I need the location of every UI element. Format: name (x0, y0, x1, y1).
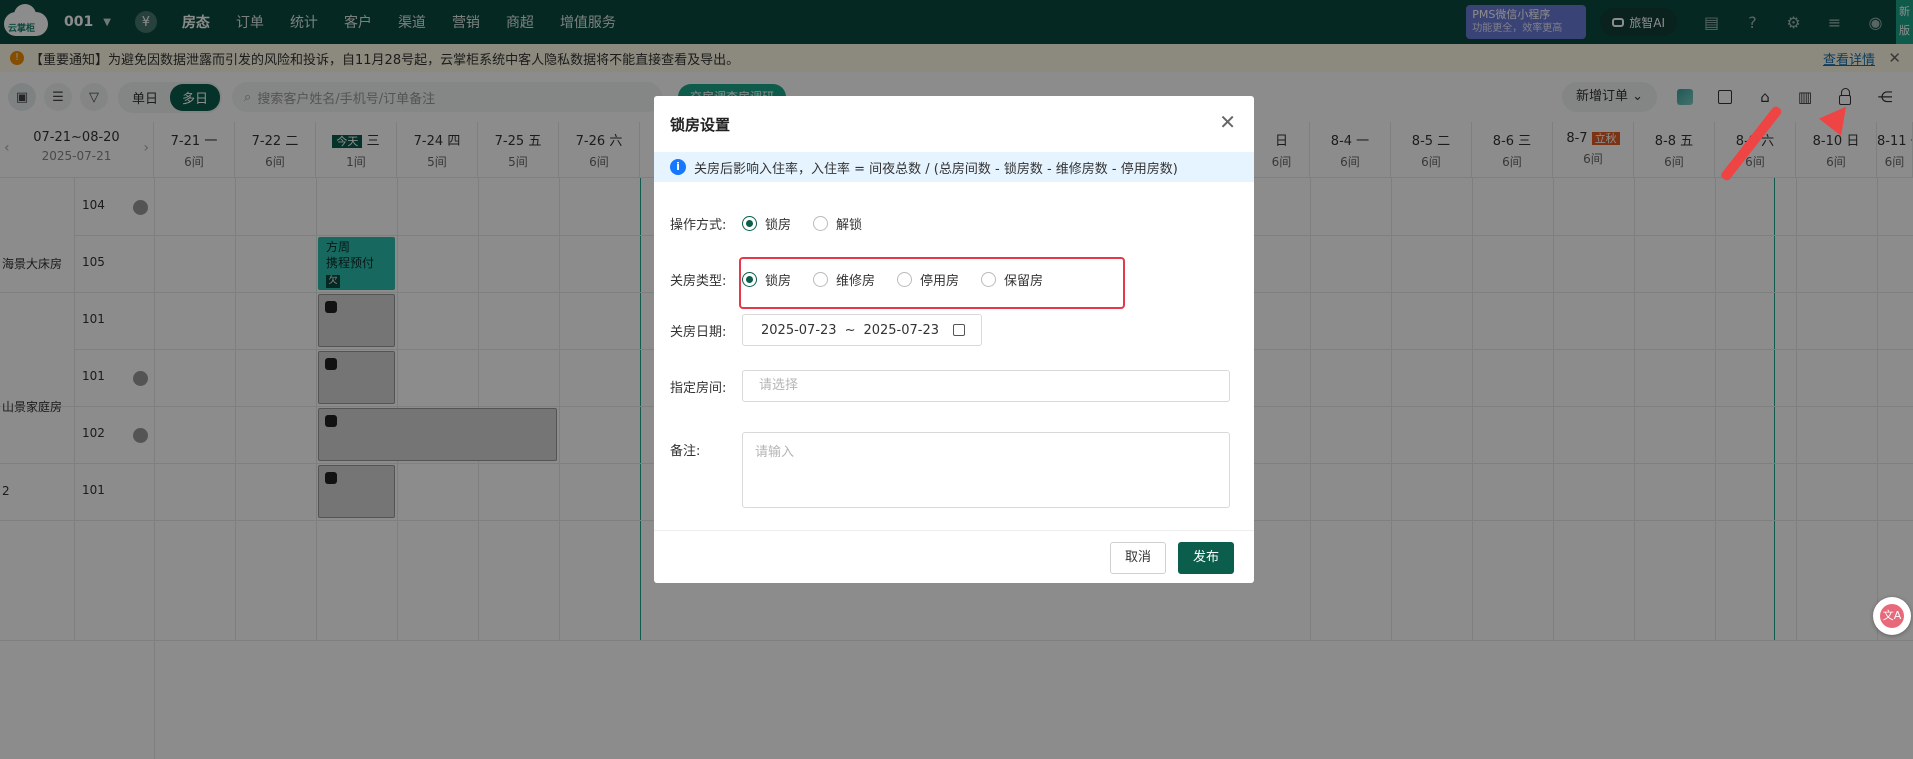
radio-label: 停用房 (920, 274, 960, 289)
room-label: 指定房间: (670, 380, 727, 396)
operation-label: 操作方式: (670, 218, 727, 233)
radio-unlock[interactable]: 解锁 (813, 214, 862, 233)
logo-text: 云掌柜 (8, 24, 36, 34)
translate-button[interactable]: 文A (1873, 597, 1911, 635)
close-type-label: 关房类型: (670, 274, 727, 289)
operation-row: 操作方式: 锁房 解锁 (670, 214, 884, 233)
room-row: 指定房间: 请选择 (670, 370, 1230, 402)
radio-label: 保留房 (1004, 274, 1044, 289)
cancel-button[interactable]: 取消 (1110, 542, 1167, 574)
date-separator: ~ (844, 322, 856, 338)
radio-lock[interactable]: 锁房 (742, 214, 791, 233)
date-end: 2025-07-23 (863, 322, 940, 338)
radio-type-lock[interactable]: 锁房 (742, 270, 791, 289)
radio-type-disabled[interactable]: 停用房 (897, 270, 959, 289)
radio-label: 锁房 (765, 218, 792, 233)
lock-room-dialog: 锁房设置 ✕ i 关房后影响入住率，入住率 = 间夜总数 / (总房间数 - 锁… (654, 96, 1254, 583)
calendar-icon (953, 324, 966, 336)
remark-row: 备注: 请输入 (670, 432, 1230, 508)
remark-label: 备注: (670, 444, 701, 459)
info-text: 关房后影响入住率，入住率 = 间夜总数 / (总房间数 - 锁房数 - 维修房数… (694, 161, 1178, 177)
date-range-picker[interactable]: 2025-07-23 ~ 2025-07-23 (742, 314, 982, 346)
close-type-row: 关房类型: 锁房 维修房 停用房 保留房 (670, 270, 1065, 289)
radio-label: 维修房 (836, 274, 876, 289)
date-label: 关房日期: (670, 324, 727, 340)
radio-label: 锁房 (765, 274, 792, 289)
publish-button[interactable]: 发布 (1178, 542, 1235, 574)
info-icon: i (670, 159, 686, 175)
room-select[interactable]: 请选择 (742, 370, 1230, 402)
date-start: 2025-07-23 (761, 322, 837, 338)
close-icon[interactable]: ✕ (1219, 110, 1236, 134)
dialog-title: 锁房设置 (670, 116, 731, 134)
remark-textarea[interactable]: 请输入 (742, 432, 1230, 508)
info-banner: i 关房后影响入住率，入住率 = 间夜总数 / (总房间数 - 锁房数 - 维修… (654, 152, 1254, 182)
translate-icon: 文A (1880, 604, 1904, 628)
date-row: 关房日期: 2025-07-23 ~ 2025-07-23 (670, 314, 982, 346)
radio-type-repair[interactable]: 维修房 (813, 270, 875, 289)
radio-type-reserved[interactable]: 保留房 (981, 270, 1043, 289)
divider (654, 530, 1254, 531)
radio-label: 解锁 (836, 218, 863, 233)
